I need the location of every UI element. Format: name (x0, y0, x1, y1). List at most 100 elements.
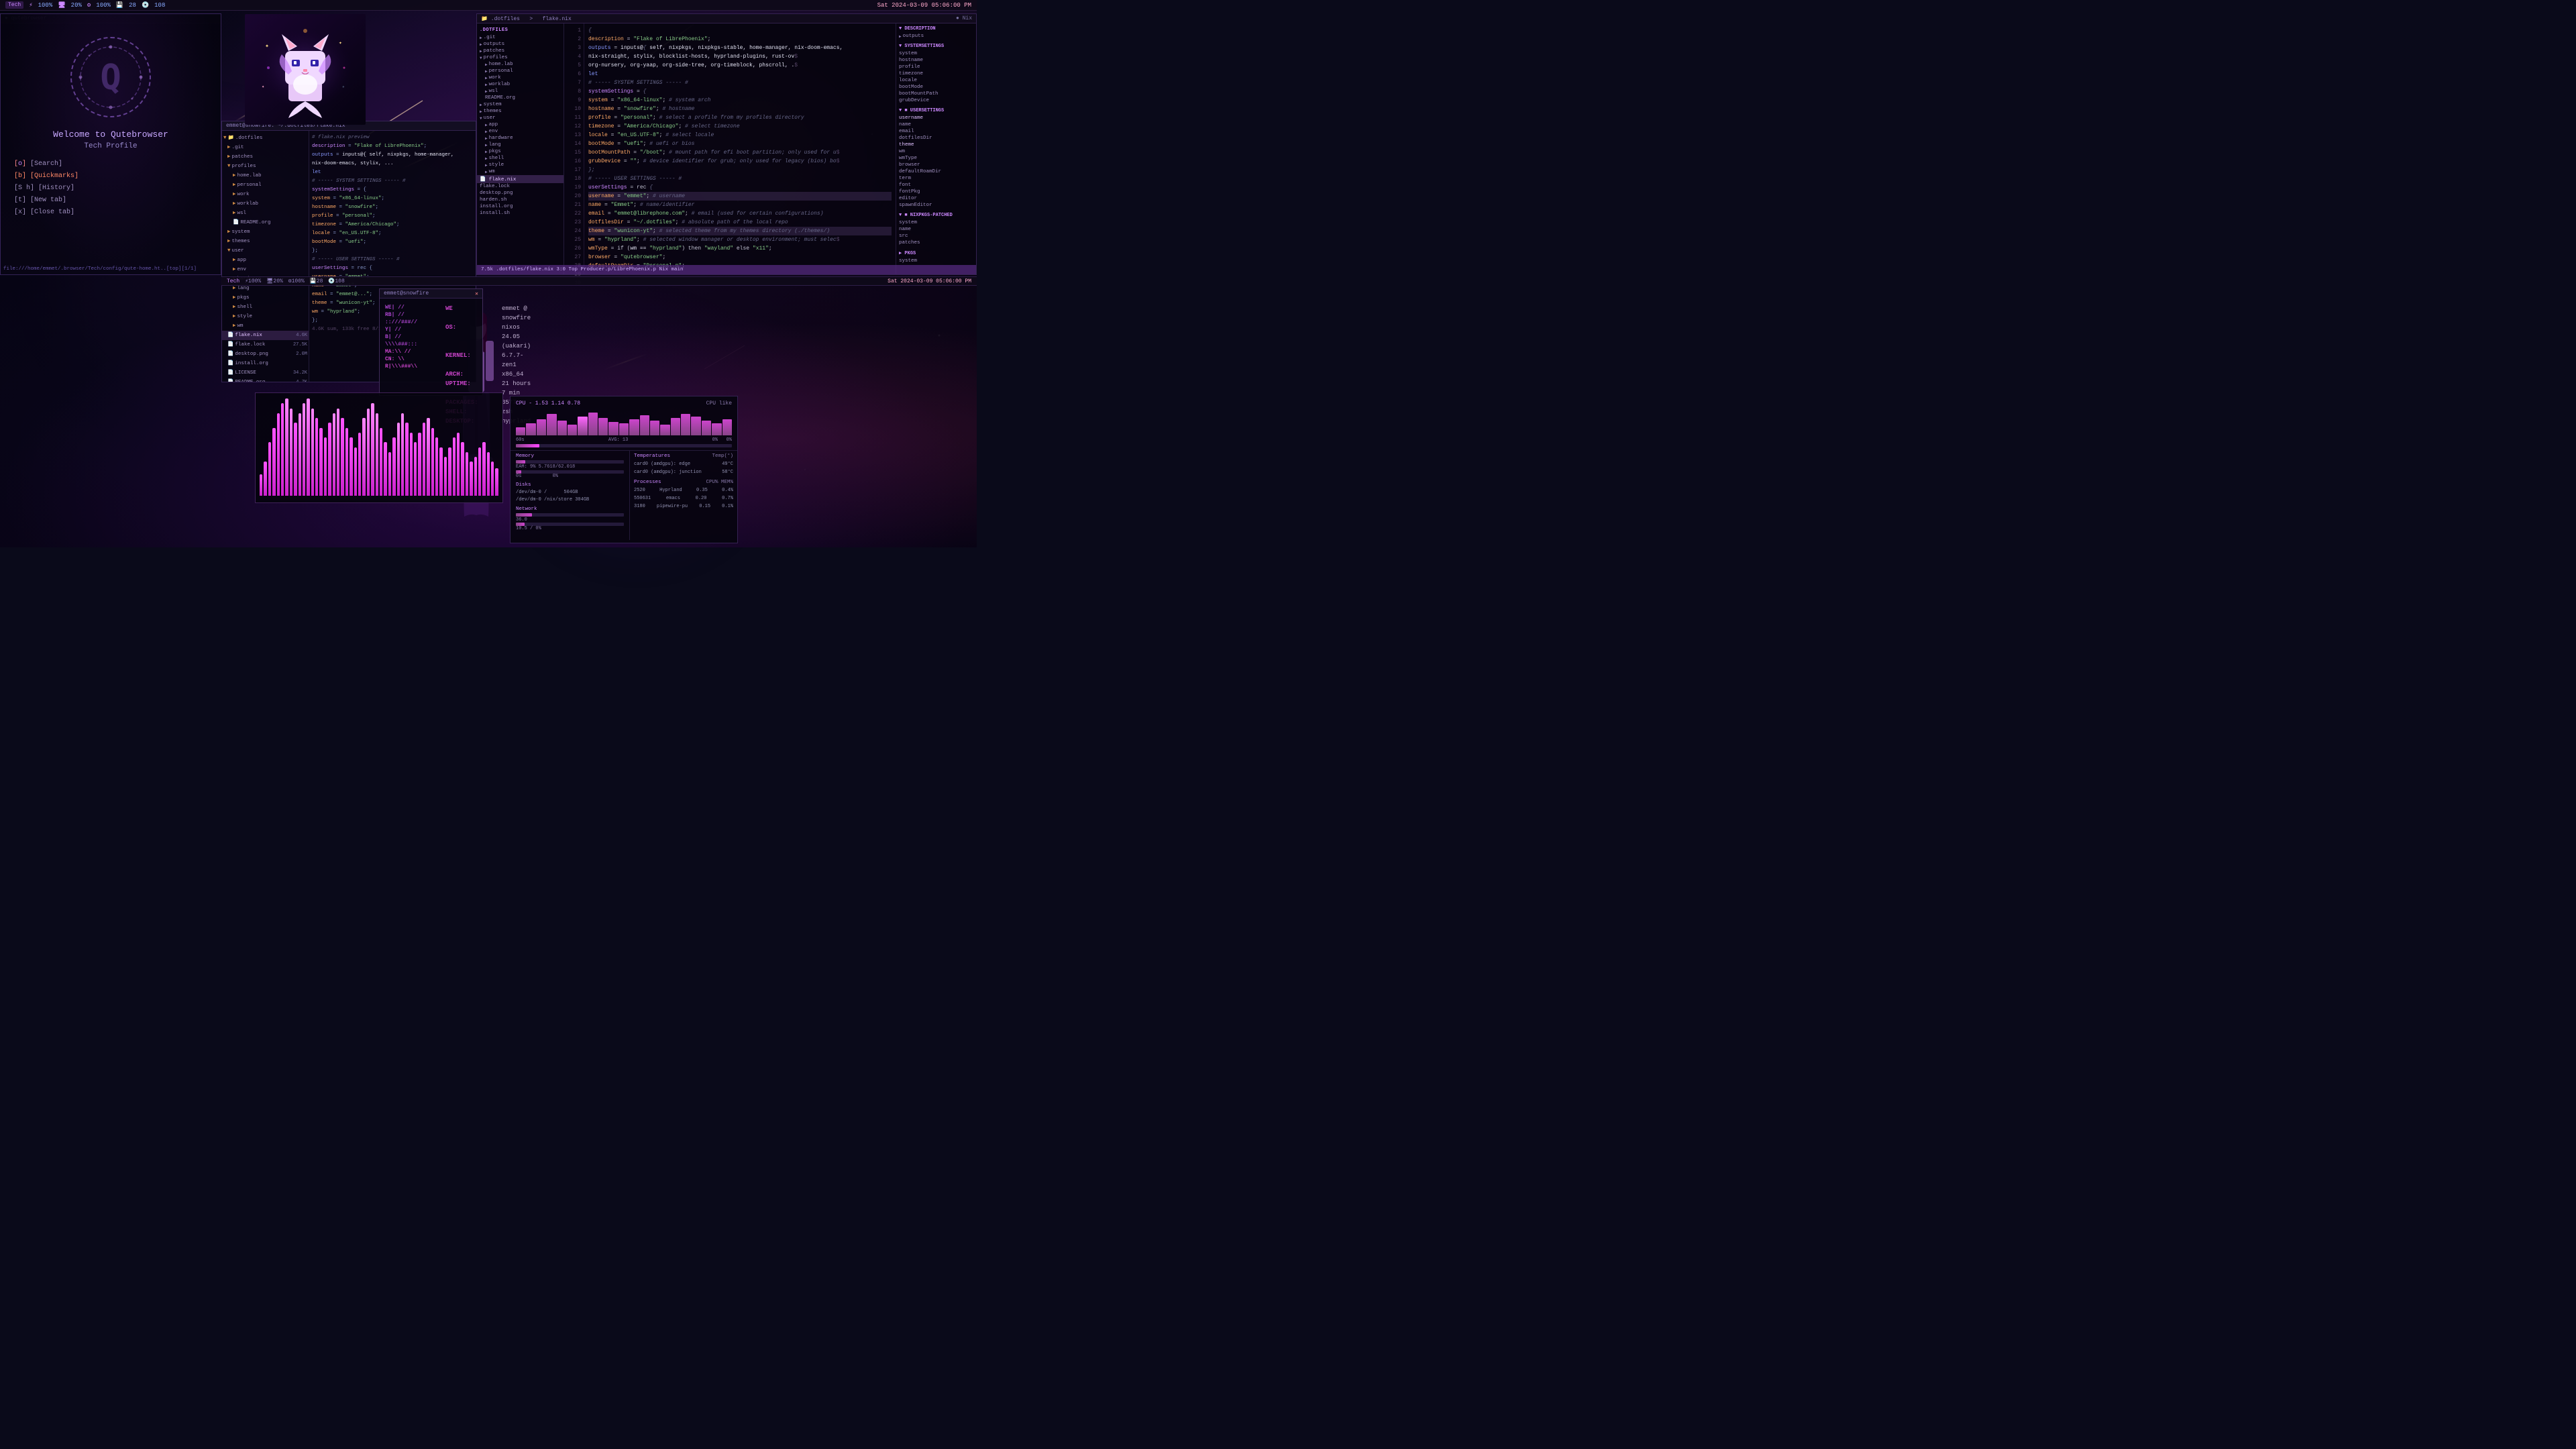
tree-themes[interactable]: ▶ themes (477, 108, 564, 115)
audio-bar-48 (461, 442, 464, 496)
sidebar-nix-system[interactable]: system (899, 219, 973, 226)
audio-bar-13 (311, 409, 314, 496)
tree-system[interactable]: ▶ system (477, 101, 564, 108)
sidebar-sys-timezone[interactable]: timezone (899, 70, 973, 77)
sidebar-sys-profile[interactable]: profile (899, 64, 973, 70)
sidebar-sys-hostname[interactable]: hostname (899, 57, 973, 64)
tree-item-wsl[interactable]: ▶wsl (222, 209, 309, 218)
tree-item-work[interactable]: ▶work (222, 190, 309, 199)
tree-item-style[interactable]: ▶style (222, 312, 309, 321)
tree-git[interactable]: ▶ .git (477, 34, 564, 41)
sidebar-nix-src[interactable]: src (899, 233, 973, 239)
tree-item-flakelock[interactable]: 📄flake.lock 27.5K (222, 340, 309, 350)
tree-item-user[interactable]: ▼user (222, 246, 309, 256)
qute-menu-search[interactable]: [o] [Search] (14, 158, 207, 170)
sidebar-usr-name[interactable]: name (899, 121, 973, 128)
tree-wm[interactable]: ▶ wm (477, 168, 564, 175)
tree-item-worklab[interactable]: ▶worklab (222, 199, 309, 209)
tree-item-desktop[interactable]: 📄desktop.png 2.0M (222, 350, 309, 359)
mem-axis: 0s 0% (516, 474, 624, 479)
tree-item-license[interactable]: 📄LICENSE 34.2K (222, 368, 309, 378)
cpu-bar (568, 425, 577, 435)
tree-install-org[interactable]: install.org (477, 203, 564, 210)
qute-menu-newtab[interactable]: [t] [New tab] (14, 195, 207, 207)
sidebar-usr-roamdir[interactable]: defaultRoamDir (899, 168, 973, 175)
sidebar-outputs[interactable]: ▶ outputs (899, 33, 973, 40)
tree-lang[interactable]: ▶ lang (477, 142, 564, 148)
tree-item-profiles[interactable]: ▼profiles (222, 162, 309, 171)
sidebar-usr-editor[interactable]: editor (899, 195, 973, 202)
sidebar-sys-locale[interactable]: locale (899, 77, 973, 84)
sidebar-sys-grub[interactable]: grubDevice (899, 97, 973, 104)
tree-flakelock[interactable]: flake.lock (477, 183, 564, 190)
audio-bar-53 (482, 442, 485, 496)
sidebar-pkgs-system[interactable]: system (899, 258, 973, 264)
sidebar-usr-email[interactable]: email (899, 128, 973, 135)
sidebar-usr-username[interactable]: username (899, 115, 973, 121)
sidebar-usr-browser[interactable]: browser (899, 162, 973, 168)
tree-install-sh[interactable]: install.sh (477, 210, 564, 217)
tree-item-readme[interactable]: 📄README.org 4.7K (222, 378, 309, 382)
qute-menu-history[interactable]: [S h] [History] (14, 182, 207, 195)
tree-item-app[interactable]: ▶app (222, 256, 309, 265)
tree-patches[interactable]: ▶ patches (477, 48, 564, 54)
tree-homelab[interactable]: ▶ home.lab (477, 61, 564, 68)
tree-personal[interactable]: ▶ personal (477, 68, 564, 74)
tree-flakenix[interactable]: 📄 flake.nix (477, 175, 564, 183)
distro-close[interactable]: ✕ (475, 290, 478, 297)
distro-we: WEemmet @ snowfire (445, 304, 531, 323)
cpu-bars (516, 409, 732, 435)
sidebar-usr-wm[interactable]: wm (899, 148, 973, 155)
sidebar-usr-wmtype[interactable]: wmType (899, 155, 973, 162)
sidebar-usr-dotfilesdir[interactable]: dotfilesDir (899, 135, 973, 142)
tree-harden-sh[interactable]: harden.sh (477, 197, 564, 203)
tree-item-dotfiles[interactable]: ▼ 📁 .dotfiles (222, 133, 309, 143)
sidebar-usr-spawned[interactable]: spawnEditor (899, 202, 973, 209)
sidebar-usr-fontpkg[interactable]: fontPkg (899, 189, 973, 195)
tree-item-themes[interactable]: ▶themes (222, 237, 309, 246)
sidebar-nix-patches[interactable]: patches (899, 239, 973, 246)
audio-bar-47 (457, 433, 460, 496)
tree-shell[interactable]: ▶ shell (477, 155, 564, 162)
qute-menu-closetab[interactable]: [x] [Close tab] (14, 207, 207, 219)
tree-worklab[interactable]: ▶ worklab (477, 81, 564, 88)
tree-style[interactable]: ▶ style (477, 162, 564, 168)
tree-item-shell[interactable]: ▶shell (222, 303, 309, 312)
tree-hardware[interactable]: ▶ hardware (477, 135, 564, 142)
sidebar-usr-font[interactable]: font (899, 182, 973, 189)
tree-item-pkgs[interactable]: ▶pkgs (222, 293, 309, 303)
sidebar-sys-bootmode[interactable]: bootMode (899, 84, 973, 91)
tree-pkgs-user[interactable]: ▶ pkgs (477, 148, 564, 155)
sidebar-usr-theme[interactable]: theme (899, 142, 973, 148)
audio-bar-41 (431, 428, 434, 496)
tree-item-flakenix[interactable]: 📄flake.nix 4.6K (222, 331, 309, 340)
sidebar-usr-term[interactable]: term (899, 175, 973, 182)
tree-user[interactable]: ▼ user (477, 115, 564, 121)
tree-item-personal[interactable]: ▶personal (222, 180, 309, 190)
tree-item-env[interactable]: ▶env (222, 265, 309, 274)
tree-item-readme-profiles[interactable]: 📄README.org (222, 218, 309, 227)
sidebar-nix-name[interactable]: name (899, 226, 973, 233)
audio-bar-50 (470, 462, 472, 496)
tree-item-install-org[interactable]: 📄install.org (222, 359, 309, 368)
tree-desktop-png[interactable]: desktop.png (477, 190, 564, 197)
tree-env[interactable]: ▶ env (477, 128, 564, 135)
tree-readme-p[interactable]: README.org (477, 95, 564, 101)
audio-bar-25 (362, 418, 365, 496)
sidebar-sys-system[interactable]: system (899, 50, 973, 57)
net-down: 36.0 (516, 517, 527, 523)
tree-item-git[interactable]: ▶.git (222, 143, 309, 152)
audio-bar-30 (384, 442, 386, 496)
sidebar-sys-bootmount[interactable]: bootMountPath (899, 91, 973, 97)
tree-app[interactable]: ▶ app (477, 121, 564, 128)
tree-outputs[interactable]: ▶ outputs (477, 41, 564, 48)
tree-item-wm[interactable]: ▶wm (222, 321, 309, 331)
tree-item-patches[interactable]: ▶patches (222, 152, 309, 162)
tree-wsl[interactable]: ▶ wsl (477, 88, 564, 95)
topbar-right: Sat 2024-03-09 05:06:00 PM (877, 2, 971, 9)
tree-profiles[interactable]: ▼ profiles (477, 54, 564, 61)
tree-item-homelab[interactable]: ▶home.lab (222, 171, 309, 180)
qute-menu-quickmarks[interactable]: [b] [Quickmarks] (14, 170, 207, 182)
tree-work[interactable]: ▶ work (477, 74, 564, 81)
tree-item-system[interactable]: ▶system (222, 227, 309, 237)
